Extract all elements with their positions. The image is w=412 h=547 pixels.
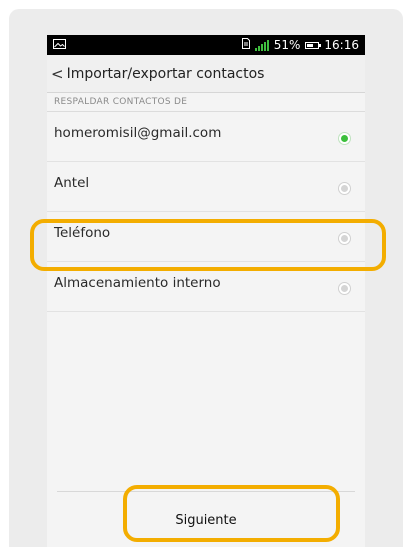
image-icon (53, 38, 66, 52)
battery-icon (305, 41, 322, 49)
section-header: RESPALDAR CONTACTOS DE (47, 93, 365, 112)
option-label: Antel (54, 174, 90, 191)
clock: 16:16 (324, 38, 359, 52)
page-title: Importar/exportar contactos (66, 65, 265, 82)
next-button-label: Siguiente (175, 512, 237, 528)
option-telefono[interactable]: Teléfono (47, 212, 365, 262)
option-label: Almacenamiento interno (54, 274, 221, 291)
back-arrow-icon[interactable]: < (51, 65, 64, 83)
backup-source-list: homeromisil@gmail.com Antel Teléfono Alm… (47, 112, 365, 312)
app-header[interactable]: < Importar/exportar contactos (47, 55, 365, 93)
radio-unselected-icon[interactable] (338, 282, 351, 295)
battery-percent: 51% (273, 38, 301, 52)
radio-unselected-icon[interactable] (338, 232, 351, 245)
option-label: homeromisil@gmail.com (54, 124, 222, 141)
status-bar: 51% 16:16 (47, 35, 365, 55)
option-internal-storage[interactable]: Almacenamiento interno (47, 262, 365, 312)
radio-unselected-icon[interactable] (338, 182, 351, 195)
phone-screen: 51% 16:16 < Importar/exportar contactos … (47, 35, 365, 547)
radio-selected-icon[interactable] (338, 132, 351, 145)
next-button[interactable]: Siguiente (57, 491, 355, 547)
option-label: Teléfono (54, 224, 111, 241)
option-antel[interactable]: Antel (47, 162, 365, 212)
sim-icon (241, 38, 250, 52)
signal-icon (254, 39, 269, 51)
status-right: 51% 16:16 (241, 38, 359, 52)
option-google-account[interactable]: homeromisil@gmail.com (47, 112, 365, 162)
section-title: RESPALDAR CONTACTOS DE (54, 97, 188, 107)
